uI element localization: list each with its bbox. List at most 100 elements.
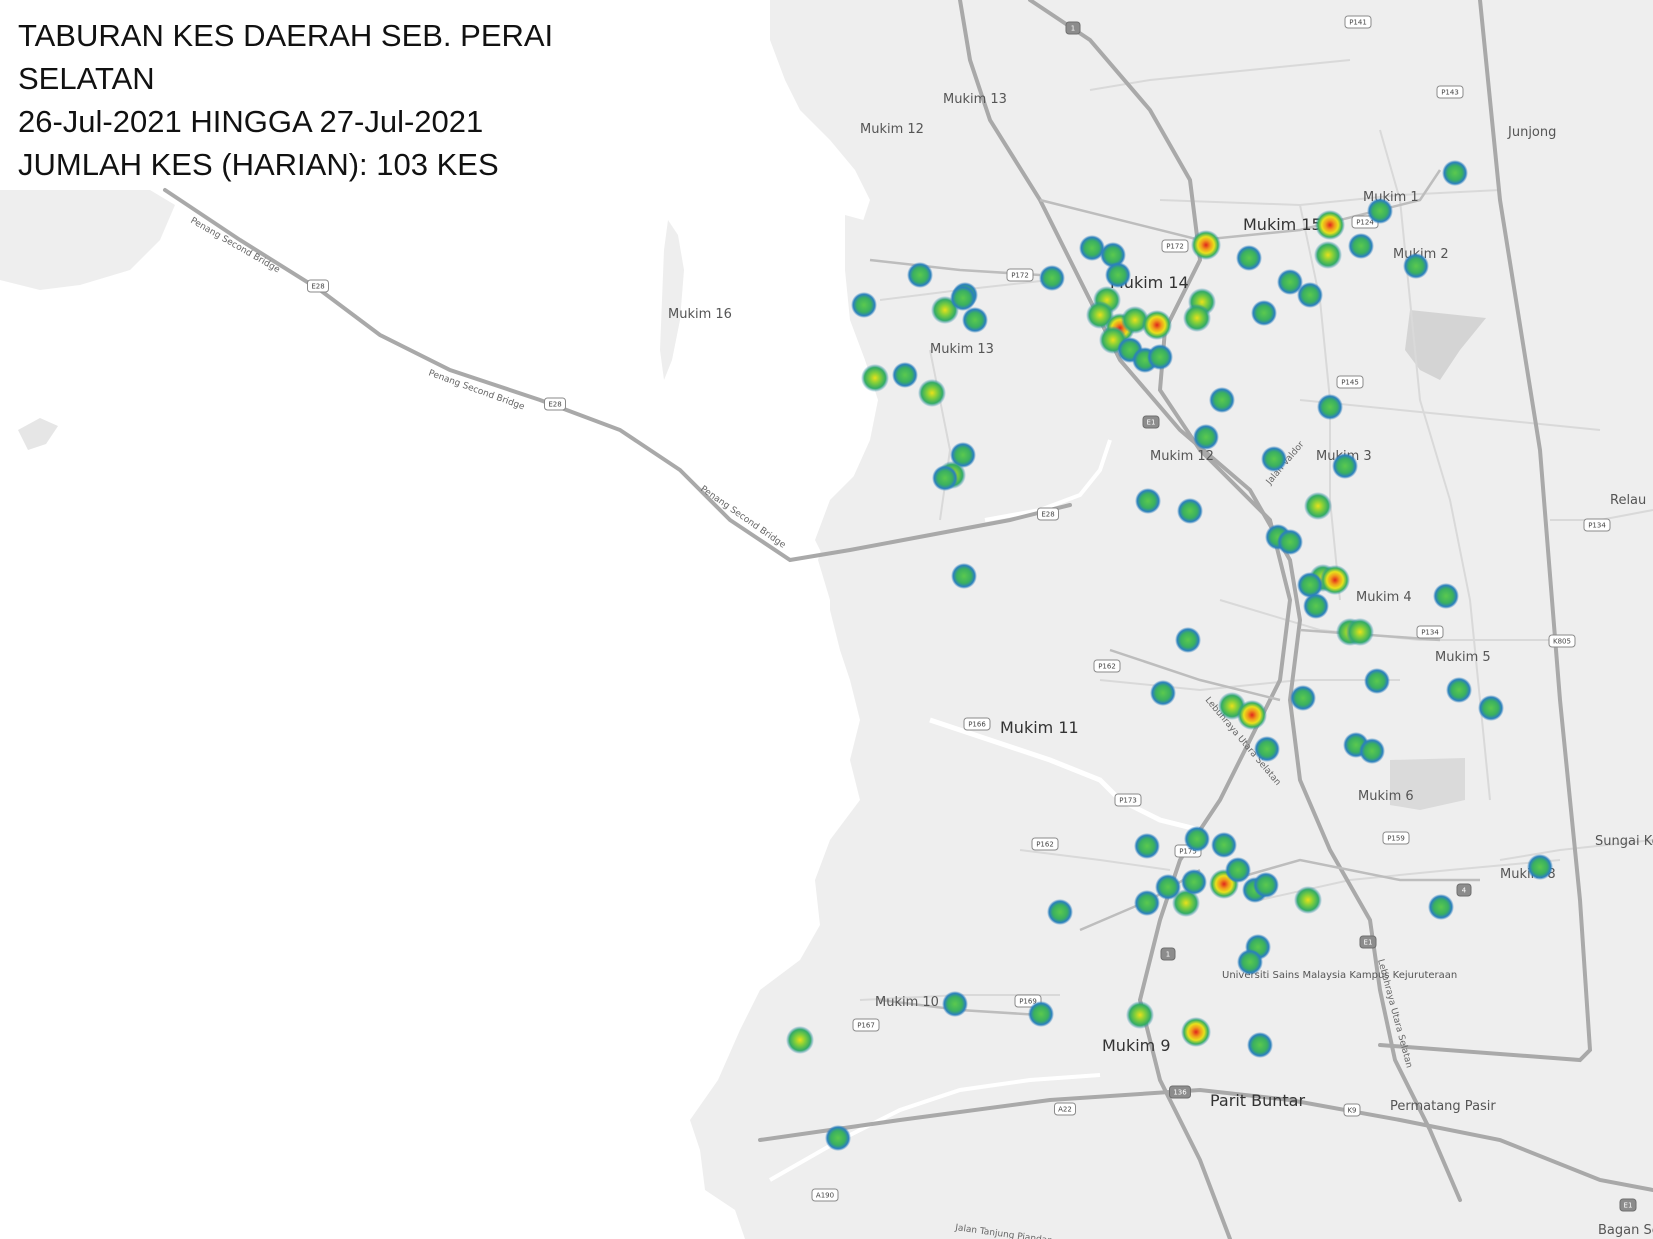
hotspot-high xyxy=(786,1026,814,1054)
hotspot-low xyxy=(1237,949,1263,975)
label-mukim5: Mukim 5 xyxy=(1435,650,1491,665)
road-shield: P173 xyxy=(1114,793,1142,807)
title-line-3: 26-Jul-2021 HINGGA 27-Jul-2021 xyxy=(18,104,484,139)
hotspot-low xyxy=(1247,1032,1273,1058)
road-shield: 1 xyxy=(1065,21,1081,35)
label-junjong: Junjong xyxy=(1507,125,1556,140)
road-shield-label: P162 xyxy=(1098,663,1116,671)
title-line-1: TABURAN KES DAERAH SEB. PERAI xyxy=(18,18,554,53)
road-shield: E28 xyxy=(544,397,566,411)
road-shield: P162 xyxy=(1031,837,1059,851)
label-mukim6: Mukim 6 xyxy=(1358,789,1414,804)
hotspot-peak xyxy=(1142,310,1172,340)
hotspot-low xyxy=(1209,387,1235,413)
road-shield-label: P145 xyxy=(1341,379,1359,387)
road-shield-label: 136 xyxy=(1173,1089,1187,1097)
road-shield: E1 xyxy=(1142,415,1160,429)
hotspot-low xyxy=(1047,899,1073,925)
hotspot-low xyxy=(951,563,977,589)
road-shield-label: K9 xyxy=(1347,1107,1356,1115)
hotspot-low xyxy=(1442,160,1468,186)
hotspot-low xyxy=(1150,680,1176,706)
road-shield-label: K805 xyxy=(1553,638,1571,646)
road-shield: 4 xyxy=(1456,883,1472,897)
hotspot-low xyxy=(950,285,976,311)
road-shield-label: P166 xyxy=(968,721,986,729)
hotspot-low xyxy=(1446,677,1472,703)
road-shield-label: A190 xyxy=(816,1192,834,1200)
hotspot-low xyxy=(1177,498,1203,524)
hotspot-peak xyxy=(1181,1017,1211,1047)
road-shield: A22 xyxy=(1054,1102,1076,1116)
label-mukim16: Mukim 16 xyxy=(668,307,732,322)
label-mukim4: Mukim 4 xyxy=(1356,590,1412,605)
hotspot-low xyxy=(907,262,933,288)
road-shield: P162 xyxy=(1093,659,1121,673)
hotspot-low xyxy=(1105,262,1131,288)
road-shield-label: E1 xyxy=(1147,419,1156,427)
hotspot-low xyxy=(1253,872,1279,898)
hotspot-low xyxy=(1332,453,1358,479)
road-shield: E28 xyxy=(1037,507,1059,521)
road-shield-label: P141 xyxy=(1349,19,1367,27)
map-title-block: TABURAN KES DAERAH SEB. PERAI SELATAN 26… xyxy=(18,14,618,186)
road-shield: E1 xyxy=(1619,1198,1637,1212)
hotspot-low xyxy=(1303,593,1329,619)
label-relau: Relau xyxy=(1610,493,1646,508)
hotspot-low xyxy=(1193,424,1219,450)
hotspot-low xyxy=(1147,344,1173,370)
road-shield: P145 xyxy=(1336,375,1364,389)
hotspot-low xyxy=(1175,627,1201,653)
road-shield: A190 xyxy=(811,1188,839,1202)
hotspot-low xyxy=(1181,869,1207,895)
road-shield-label: 4 xyxy=(1462,887,1467,895)
hotspot-low xyxy=(1254,736,1280,762)
road-shield: K9 xyxy=(1343,1103,1361,1117)
road-shield-label: P143 xyxy=(1441,89,1459,97)
hotspot-low xyxy=(1225,857,1251,883)
road-shield: P172 xyxy=(1161,239,1189,253)
label-mukim11: Mukim 11 xyxy=(1000,718,1079,737)
label-mukim15: Mukim 15 xyxy=(1243,215,1322,234)
hotspot-low xyxy=(1317,394,1343,420)
hotspot-low xyxy=(1028,1001,1054,1027)
label-bagan-se: Bagan Se xyxy=(1598,1223,1653,1238)
road-shield: 1 xyxy=(1160,947,1176,961)
road-shield: E1 xyxy=(1359,935,1377,949)
hotspot-low xyxy=(1290,685,1316,711)
road-shield: P134 xyxy=(1583,518,1611,532)
hotspot-high xyxy=(861,364,889,392)
road-shield-label: P173 xyxy=(1119,797,1137,805)
hotspot-low xyxy=(1403,253,1429,279)
hotspot-low xyxy=(1236,245,1262,271)
road-shield-label: 1 xyxy=(1166,951,1170,959)
hotspot-low xyxy=(932,465,958,491)
road-shield-label: P172 xyxy=(1166,243,1184,251)
hotspot-low xyxy=(962,307,988,333)
hotspot-low xyxy=(1367,198,1393,224)
road-shield-label: P167 xyxy=(857,1022,875,1030)
hotspot-peak xyxy=(1191,230,1221,260)
hotspot-high xyxy=(918,379,946,407)
label-mukim10: Mukim 10 xyxy=(875,995,939,1010)
road-shield-label: E1 xyxy=(1364,939,1373,947)
hotspot-high xyxy=(1294,886,1322,914)
hotspot-low xyxy=(1211,832,1237,858)
hotspot-low xyxy=(825,1125,851,1151)
label-mukim12-north: Mukim 12 xyxy=(860,122,924,137)
road-shield: P159 xyxy=(1382,831,1410,845)
hotspot-low xyxy=(1297,282,1323,308)
hotspot-high xyxy=(1126,1001,1154,1029)
hotspot-peak xyxy=(1320,565,1350,595)
road-shield: P141 xyxy=(1344,15,1372,29)
road-shield: E28 xyxy=(307,279,329,293)
road-shield-label: P134 xyxy=(1421,629,1439,637)
label-parit-buntar: Parit Buntar xyxy=(1210,1091,1305,1110)
hotspot-low xyxy=(1135,488,1161,514)
road-shield-label: E1 xyxy=(1624,1202,1633,1210)
hotspot-low xyxy=(1039,265,1065,291)
road-shield-label: E28 xyxy=(311,283,324,291)
hotspot-low xyxy=(1184,826,1210,852)
hotspot-low xyxy=(892,362,918,388)
hotspot-low xyxy=(1277,529,1303,555)
